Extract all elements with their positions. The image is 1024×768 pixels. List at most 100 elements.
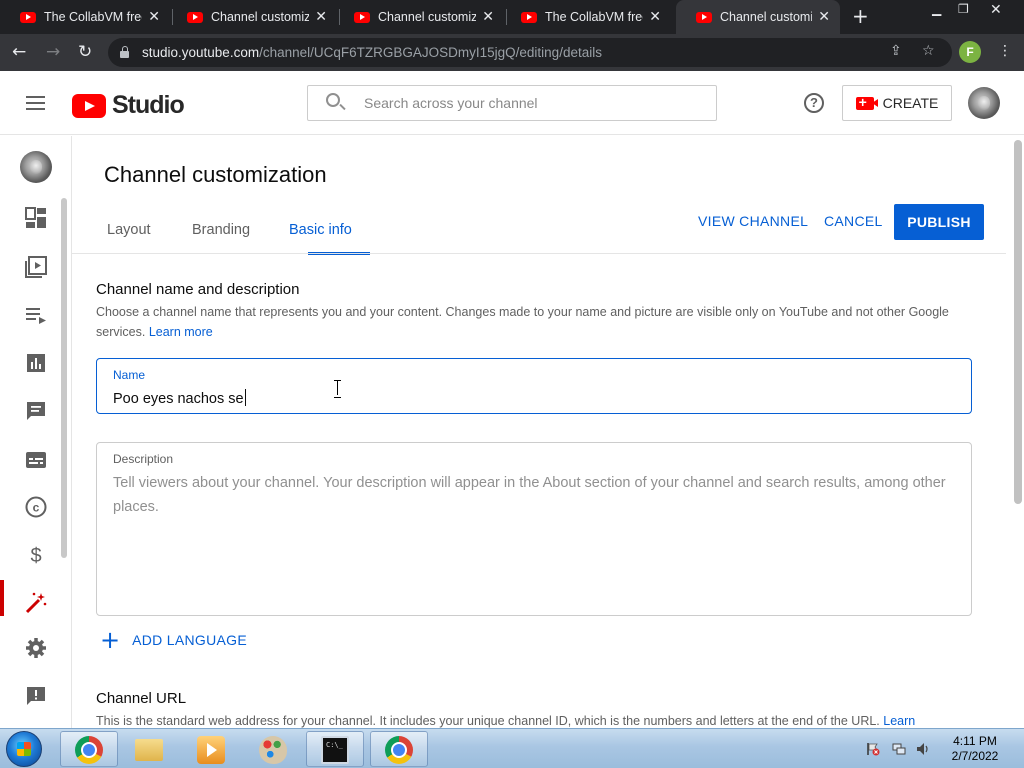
reload-icon[interactable]: ↻ — [78, 42, 92, 62]
youtube-logo-icon — [72, 93, 106, 118]
menu-icon[interactable] — [26, 96, 45, 110]
plus-icon: + — [100, 626, 121, 654]
page-title: Channel customization — [104, 162, 327, 187]
tab-title: Channel customiza — [720, 10, 812, 24]
media-player-icon — [197, 736, 225, 764]
taskbar-cmd[interactable]: C:\_ — [306, 731, 364, 767]
tabs-divider — [72, 253, 1006, 254]
view-channel-button[interactable]: VIEW CHANNEL — [698, 213, 808, 229]
studio-header: Studio ? CREATE — [0, 71, 1024, 135]
tab-branding[interactable]: Branding — [192, 222, 250, 238]
taskbar-chrome-profile[interactable] — [370, 731, 428, 767]
taskbar-media-player[interactable] — [182, 731, 240, 767]
add-language-button[interactable]: + ADD LANGUAGE — [100, 626, 247, 654]
customization-wand-icon[interactable] — [24, 591, 48, 615]
feedback-icon[interactable] — [24, 684, 48, 708]
tab-title: The CollabVM free — [545, 10, 644, 24]
tab-layout[interactable]: Layout — [107, 222, 151, 238]
profile-avatar[interactable]: F — [959, 41, 981, 63]
close-tab-icon[interactable]: ✕ — [818, 9, 830, 25]
start-button[interactable] — [6, 731, 42, 767]
analytics-icon[interactable] — [24, 351, 48, 375]
url-section-title: Channel URL — [96, 690, 187, 707]
close-tab-icon[interactable]: ✕ — [315, 9, 327, 25]
nav-scrollbar[interactable] — [61, 198, 67, 558]
taskbar: C:\_ 4:11 PM 2/7/2022 — [0, 728, 1024, 768]
volume-icon[interactable] — [916, 742, 930, 756]
cancel-button[interactable]: CANCEL — [824, 213, 883, 229]
close-tab-icon[interactable]: ✕ — [148, 9, 160, 25]
command-prompt-icon: C:\_ — [321, 736, 349, 764]
account-avatar[interactable] — [968, 87, 1000, 119]
close-tab-icon[interactable]: ✕ — [649, 9, 661, 25]
studio-logo[interactable]: Studio — [72, 91, 185, 120]
tab-title: Channel customiza — [378, 10, 477, 24]
settings-gear-icon[interactable] — [24, 636, 48, 660]
share-icon[interactable]: ⇪ — [890, 43, 902, 59]
description-field-label: Description — [113, 452, 174, 466]
playlists-icon[interactable] — [24, 303, 48, 327]
channel-name-field[interactable]: Name Poo eyes nachos se — [96, 358, 972, 414]
browser-tab[interactable]: Channel customiza ✕ — [167, 0, 337, 34]
new-tab-button[interactable]: + — [852, 4, 869, 28]
network-icon[interactable] — [892, 742, 906, 756]
chrome-icon — [385, 736, 413, 764]
browser-toolbar: ← → ↻ studio.youtube.com/channel/UCqF6TZ… — [0, 34, 1024, 71]
content-icon[interactable] — [24, 255, 48, 279]
browser-tab[interactable]: Channel customiza ✕ — [334, 0, 504, 34]
browser-tab[interactable]: The CollabVM free ✕ — [501, 0, 671, 34]
channel-description-field[interactable]: Description Tell viewers about your chan… — [96, 442, 972, 616]
youtube-favicon-icon — [187, 11, 203, 23]
channel-avatar[interactable] — [20, 151, 52, 183]
browser-tab-strip: The CollabVM free ✕ Channel customiza ✕ … — [0, 0, 1024, 34]
close-tab-icon[interactable]: ✕ — [482, 9, 494, 25]
chrome-icon — [75, 736, 103, 764]
help-icon[interactable]: ? — [804, 93, 824, 113]
left-nav: c $ — [0, 136, 72, 728]
copyright-icon[interactable]: c — [24, 495, 48, 519]
monetization-icon[interactable]: $ — [24, 543, 48, 567]
dashboard-icon[interactable] — [24, 206, 48, 230]
main-scrollbar[interactable] — [1012, 136, 1024, 728]
forward-arrow-icon[interactable]: → — [46, 42, 60, 62]
name-field-label: Name — [113, 368, 146, 382]
taskbar-chrome[interactable] — [60, 731, 118, 767]
system-clock[interactable]: 4:11 PM 2/7/2022 — [940, 734, 1010, 764]
youtube-favicon-icon — [354, 11, 370, 23]
close-window-icon[interactable]: ✕ — [990, 2, 1002, 18]
search-box[interactable] — [307, 85, 717, 121]
url-text[interactable]: studio.youtube.com/channel/UCqF6TZRGBGAJ… — [142, 45, 602, 60]
restore-icon[interactable]: ❐ — [958, 2, 969, 16]
search-input[interactable] — [364, 92, 704, 114]
main-content: Channel customization Layout Branding Ba… — [72, 136, 1024, 728]
name-input-value[interactable]: Poo eyes nachos se — [113, 389, 246, 407]
youtube-favicon-icon — [696, 11, 712, 23]
lock-icon[interactable] — [120, 46, 129, 58]
name-section-title: Channel name and description — [96, 281, 300, 298]
tab-basic-info[interactable]: Basic info — [289, 222, 352, 238]
subtitles-icon[interactable] — [24, 448, 48, 472]
action-center-flag-icon[interactable] — [866, 742, 880, 756]
paint-palette-icon — [259, 736, 287, 764]
bookmark-star-icon[interactable]: ☆ — [922, 43, 935, 59]
create-video-icon — [855, 94, 878, 110]
search-icon — [326, 93, 340, 107]
taskbar-explorer[interactable] — [120, 731, 178, 767]
browser-tab[interactable]: The CollabVM free ✕ — [0, 0, 170, 34]
learn-more-link[interactable]: Learn — [883, 714, 915, 728]
create-button[interactable]: CREATE — [842, 85, 952, 121]
comments-icon[interactable] — [24, 399, 48, 423]
browser-tab-active[interactable]: Channel customiza ✕ — [676, 0, 840, 34]
taskbar-paint[interactable] — [244, 731, 302, 767]
back-arrow-icon[interactable]: ← — [12, 42, 26, 62]
clock-date: 2/7/2022 — [951, 749, 999, 763]
description-placeholder[interactable]: Tell viewers about your channel. Your de… — [113, 471, 953, 519]
folder-icon — [135, 739, 163, 761]
minimize-icon[interactable]: ▁ — [932, 2, 941, 16]
tab-title: Channel customiza — [211, 10, 310, 24]
clock-time: 4:11 PM — [953, 734, 997, 748]
browser-menu-icon[interactable]: ⋮ — [998, 43, 1012, 59]
learn-more-link[interactable]: Learn more — [149, 325, 213, 339]
address-bar[interactable]: studio.youtube.com/channel/UCqF6TZRGBGAJ… — [108, 38, 952, 67]
publish-button[interactable]: PUBLISH — [894, 204, 984, 240]
